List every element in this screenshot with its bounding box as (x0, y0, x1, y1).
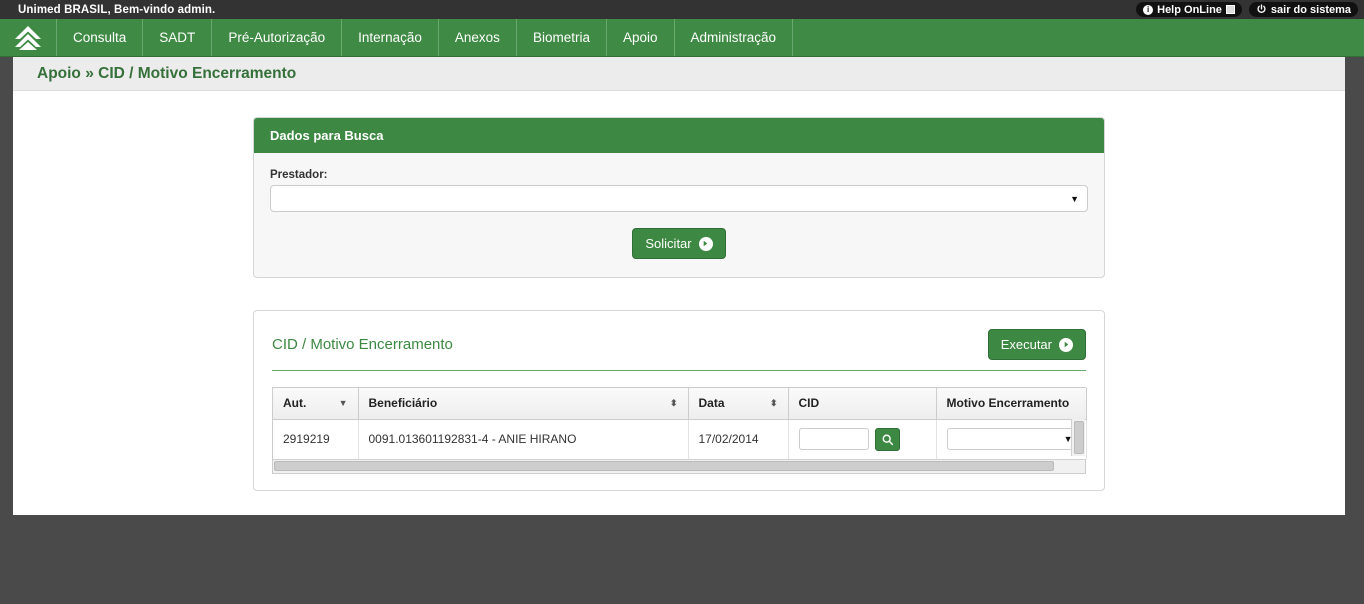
content-area: Dados para Busca Prestador: ▼ Solicitar (13, 91, 1345, 491)
help-online-button[interactable]: i Help OnLine (1136, 2, 1242, 17)
breadcrumb-bar: Apoio » CID / Motivo Encerramento (13, 57, 1345, 91)
executar-label: Executar (1000, 337, 1052, 352)
column-label: Beneficiário (368, 396, 438, 411)
help-online-label: Help OnLine (1157, 3, 1222, 16)
prestador-label: Prestador: (270, 169, 328, 181)
results-title: CID / Motivo Encerramento (272, 336, 453, 353)
checkbox-icon[interactable] (1225, 5, 1235, 14)
page-container: Apoio » CID / Motivo Encerramento Dados … (13, 57, 1345, 515)
arrow-right-circle-icon (698, 236, 713, 251)
grid-vertical-scroll-thumb[interactable] (1073, 421, 1084, 454)
nav-item-sadt[interactable]: SADT (143, 19, 213, 56)
nav-item-label: Biometria (532, 30, 590, 45)
top-utility-bar: Unimed BRASIL, Bem-vindo admin. i Help O… (0, 0, 1364, 19)
info-icon: i (1143, 4, 1154, 15)
nav-item-label: Pré-Autorização (228, 30, 326, 45)
arrow-right-circle-icon (1059, 337, 1073, 352)
nav-item-biometria[interactable]: Biometria (517, 19, 607, 56)
grid-vertical-scrollbar[interactable] (1071, 419, 1085, 456)
caret-down-icon: ▼ (338, 397, 348, 408)
solicitar-label: Solicitar (645, 236, 692, 251)
executar-button[interactable]: Executar (987, 329, 1086, 360)
nav-item-pre-autorizacao[interactable]: Pré-Autorização (212, 19, 343, 56)
search-actions: Solicitar (270, 228, 1088, 259)
cid-input[interactable] (798, 428, 869, 450)
column-header-motivo-encerramento[interactable]: Motivo Encerramento (936, 388, 1087, 420)
grid-horizontal-scrollbar[interactable] (273, 458, 1085, 473)
cell-motivo-encerramento: ▼ (936, 419, 1087, 459)
solicitar-button[interactable]: Solicitar (632, 228, 726, 259)
nav-item-administracao[interactable]: Administração (675, 19, 794, 56)
table-row: 2919219 0091.013601192831-4 - ANIE HIRAN… (273, 419, 1087, 459)
results-grid: Aut. ▼ Beneficiário ⬍ Data ⬍ CID Motivo … (272, 387, 1087, 474)
motivo-encerramento-select[interactable]: ▼ (946, 428, 1079, 450)
nav-item-label: Internação (358, 30, 422, 45)
prestador-select[interactable]: ▼ (270, 185, 1088, 212)
results-header: CID / Motivo Encerramento Executar (272, 329, 1086, 371)
column-label: CID (798, 396, 820, 411)
cell-cid (788, 419, 937, 459)
cid-search-button[interactable] (874, 427, 900, 451)
main-navigation: Consulta SADT Pré-Autorização Internação… (0, 19, 1364, 57)
nav-item-label: Administração (690, 30, 777, 45)
chevron-down-icon: ▼ (1070, 193, 1079, 204)
search-panel-title: Dados para Busca (254, 118, 1104, 153)
power-icon (1256, 4, 1267, 15)
results-panel: CID / Motivo Encerramento Executar Aut. … (253, 310, 1105, 491)
nav-item-label: Apoio (622, 30, 658, 45)
sort-updown-icon: ⬍ (769, 397, 778, 408)
search-panel-body: Prestador: ▼ Solicitar (254, 153, 1104, 277)
logout-button[interactable]: sair do sistema (1248, 2, 1358, 17)
results-table: Aut. ▼ Beneficiário ⬍ Data ⬍ CID Motivo … (273, 388, 1087, 459)
nav-item-label: Consulta (73, 30, 127, 45)
cell-data: 17/02/2014 (688, 419, 789, 459)
grid-horizontal-scroll-thumb[interactable] (274, 461, 1054, 471)
nav-item-anexos[interactable]: Anexos (439, 19, 517, 56)
table-header-row: Aut. ▼ Beneficiário ⬍ Data ⬍ CID Motivo … (273, 388, 1087, 420)
column-header-beneficiario[interactable]: Beneficiário ⬍ (358, 388, 689, 420)
welcome-greeting: Unimed BRASIL, Bem-vindo admin. (18, 3, 216, 16)
nav-item-apoio[interactable]: Apoio (607, 19, 675, 56)
nav-item-label: SADT (159, 30, 196, 45)
nav-item-consulta[interactable]: Consulta (57, 19, 144, 56)
topbar-actions: i Help OnLine sair do sistema (1136, 2, 1358, 17)
nav-item-internacao[interactable]: Internação (342, 19, 439, 56)
unimed-logo-icon[interactable] (0, 19, 57, 56)
sort-updown-icon: ⬍ (669, 397, 678, 408)
search-panel: Dados para Busca Prestador: ▼ Solicitar (253, 117, 1105, 278)
breadcrumb: Apoio » CID / Motivo Encerramento (37, 64, 297, 82)
column-header-cid[interactable]: CID (788, 388, 937, 420)
nav-item-label: Anexos (454, 30, 500, 45)
cell-aut: 2919219 (273, 419, 359, 459)
column-label: Aut. (283, 396, 307, 411)
logout-label: sair do sistema (1270, 3, 1351, 16)
cell-beneficiario: 0091.013601192831-4 - ANIE HIRANO (358, 419, 689, 459)
column-label: Data (698, 396, 725, 411)
column-label: Motivo Encerramento (946, 396, 1070, 411)
column-header-aut[interactable]: Aut. ▼ (273, 388, 359, 420)
column-header-data[interactable]: Data ⬍ (688, 388, 789, 420)
